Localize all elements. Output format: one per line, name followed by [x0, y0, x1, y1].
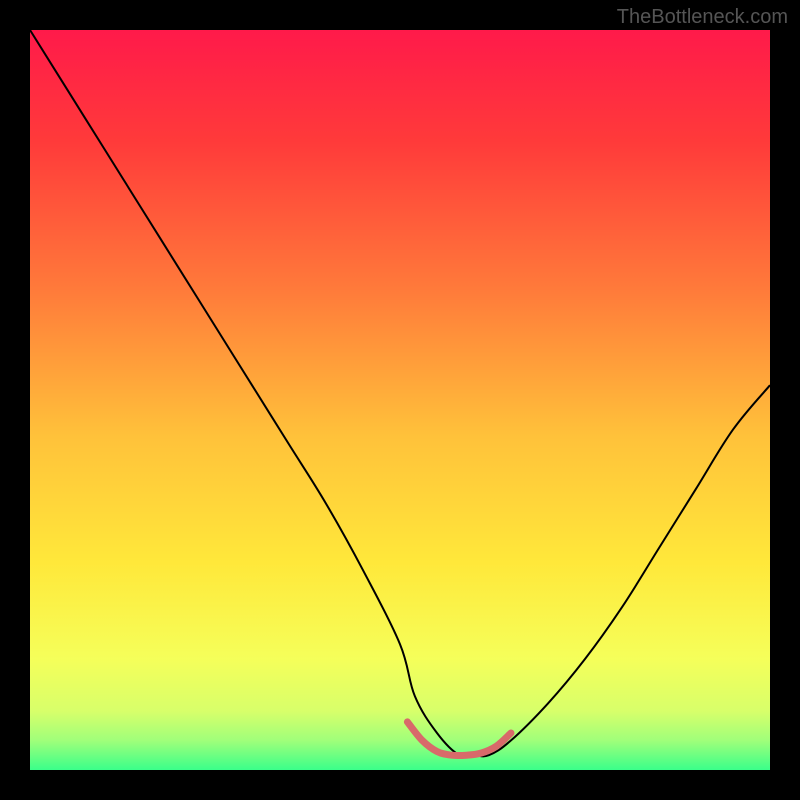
- bottleneck-chart: [0, 0, 800, 800]
- plot-background: [30, 30, 770, 770]
- watermark-label: TheBottleneck.com: [617, 6, 788, 29]
- chart-container: TheBottleneck.com: [0, 0, 800, 800]
